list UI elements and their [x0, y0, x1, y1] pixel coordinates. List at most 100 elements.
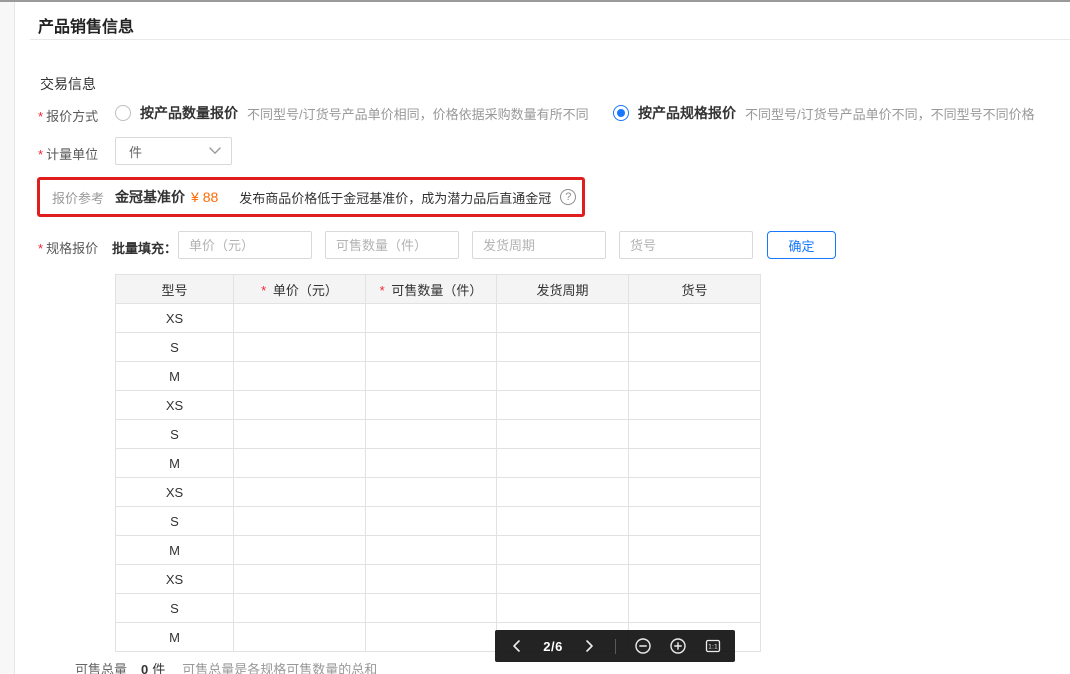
radio-option-label[interactable]: 按产品规格报价: [638, 103, 736, 123]
actual-size-button[interactable]: 1:1: [704, 637, 722, 655]
cell-unit-price[interactable]: [233, 564, 366, 594]
spec-table-body: XS S M XS S M XS S M XS S M: [115, 303, 761, 652]
radio-option-quantity-quote[interactable]: 按产品数量报价 不同型号/订货号产品单价相同，价格依据采购数量有所不同: [115, 104, 589, 122]
benchmark-price: ¥ 88: [191, 189, 219, 205]
cell-lead-time[interactable]: [496, 477, 629, 507]
cell-quantity[interactable]: [365, 303, 497, 333]
spec-row: XS: [115, 390, 761, 420]
cell-quantity[interactable]: [365, 477, 497, 507]
cell-quantity[interactable]: [365, 332, 497, 362]
required-asterisk: *: [38, 109, 44, 124]
spec-table-header-row: 型号 * 单价（元） * 可售数量（件） 发货周期 货号: [115, 274, 761, 304]
cell-quantity[interactable]: [365, 622, 497, 652]
model-cell: XS: [115, 303, 234, 333]
cell-item-no[interactable]: [628, 303, 761, 333]
cell-item-no[interactable]: [628, 506, 761, 536]
zoom-in-button[interactable]: [669, 637, 687, 655]
column-header: 型号: [115, 274, 234, 304]
cell-quantity[interactable]: [365, 593, 497, 623]
question-circle-icon[interactable]: ?: [560, 189, 577, 205]
spec-quote-label: 规格报价: [46, 241, 99, 256]
benchmark-name: 金冠基准价: [115, 189, 186, 205]
cell-item-no[interactable]: [628, 361, 761, 391]
cell-item-no[interactable]: [628, 448, 761, 478]
cell-unit-price[interactable]: [233, 332, 366, 362]
actual-size-icon: 1:1: [705, 639, 721, 653]
page-indicator: 2/6: [543, 638, 563, 654]
cell-unit-price[interactable]: [233, 303, 366, 333]
cell-unit-price[interactable]: [233, 390, 366, 420]
spec-price-table: 型号 * 单价（元） * 可售数量（件） 发货周期 货号 XS S M XS S M XS S M XS S…: [115, 274, 761, 652]
total-label: 可售总量: [75, 662, 128, 674]
radio-icon[interactable]: [115, 105, 131, 121]
column-header: 发货周期: [496, 274, 629, 304]
radio-option-spec-quote[interactable]: 按产品规格报价 不同型号/订货号产品单价不同，不同型号不同价格: [613, 104, 1035, 122]
cell-lead-time[interactable]: [496, 303, 629, 333]
cell-unit-price[interactable]: [233, 593, 366, 623]
model-cell: XS: [115, 564, 234, 594]
batch-item-no-input[interactable]: [619, 231, 753, 259]
model-cell: M: [115, 535, 234, 565]
batch-unit-price-input[interactable]: [178, 231, 312, 259]
cell-unit-price[interactable]: [233, 448, 366, 478]
radio-option-hint: 不同型号/订货号产品单价不同，不同型号不同价格: [745, 106, 1035, 122]
cell-lead-time[interactable]: [496, 593, 629, 623]
annotation-highlight-box: 报价参考 金冠基准价 ¥ 88 发布商品价格低于金冠基准价，成为潜力品后直通金冠…: [37, 177, 585, 217]
left-gutter: [0, 2, 15, 674]
cell-unit-price[interactable]: [233, 477, 366, 507]
cell-quantity[interactable]: [365, 448, 497, 478]
cell-lead-time[interactable]: [496, 506, 629, 536]
zoom-in-icon: [670, 638, 686, 654]
cell-unit-price[interactable]: [233, 535, 366, 565]
next-page-button[interactable]: [580, 637, 598, 655]
model-cell: S: [115, 593, 234, 623]
cell-lead-time[interactable]: [496, 419, 629, 449]
cell-quantity[interactable]: [365, 419, 497, 449]
cell-lead-time[interactable]: [496, 332, 629, 362]
spec-row: S: [115, 332, 761, 362]
confirm-button[interactable]: 确定: [767, 231, 836, 259]
spec-row: XS: [115, 303, 761, 333]
spec-row: M: [115, 535, 761, 565]
cell-quantity[interactable]: [365, 535, 497, 565]
cell-item-no[interactable]: [628, 390, 761, 420]
radio-option-label[interactable]: 按产品数量报价: [140, 103, 238, 123]
cell-quantity[interactable]: [365, 390, 497, 420]
cell-lead-time[interactable]: [496, 390, 629, 420]
cell-unit-price[interactable]: [233, 419, 366, 449]
cell-item-no[interactable]: [628, 419, 761, 449]
spec-row: S: [115, 419, 761, 449]
model-cell: M: [115, 448, 234, 478]
cell-lead-time[interactable]: [496, 535, 629, 565]
prev-page-button[interactable]: [508, 637, 526, 655]
cell-lead-time[interactable]: [496, 361, 629, 391]
cell-unit-price[interactable]: [233, 361, 366, 391]
title-divider: [30, 39, 1070, 40]
spec-row: M: [115, 361, 761, 391]
batch-quantity-input[interactable]: [325, 231, 459, 259]
zoom-out-button[interactable]: [634, 637, 652, 655]
cell-lead-time[interactable]: [496, 564, 629, 594]
cell-quantity[interactable]: [365, 564, 497, 594]
cell-quantity[interactable]: [365, 361, 497, 391]
cell-unit-price[interactable]: [233, 622, 366, 652]
radio-option-hint: 不同型号/订货号产品单价相同，价格依据采购数量有所不同: [247, 106, 589, 122]
cell-unit-price[interactable]: [233, 506, 366, 536]
cell-item-no[interactable]: [628, 564, 761, 594]
field-label-spec-quote: * 规格报价: [38, 238, 98, 257]
cell-item-no[interactable]: [628, 535, 761, 565]
cell-quantity[interactable]: [365, 506, 497, 536]
svg-text:1:1: 1:1: [708, 643, 718, 650]
unit-select[interactable]: 件: [115, 137, 232, 165]
model-cell: S: [115, 506, 234, 536]
spec-row: S: [115, 593, 761, 623]
benchmark-description: 发布商品价格低于金冠基准价，成为潜力品后直通金冠: [239, 190, 552, 206]
cell-item-no[interactable]: [628, 332, 761, 362]
cell-item-no[interactable]: [628, 593, 761, 623]
cell-item-no[interactable]: [628, 477, 761, 507]
cell-lead-time[interactable]: [496, 448, 629, 478]
batch-fill-label: 批量填充：: [112, 241, 178, 256]
radio-icon[interactable]: [613, 105, 629, 121]
unit-label: 计量单位: [46, 147, 99, 162]
batch-lead-time-input[interactable]: [472, 231, 606, 259]
